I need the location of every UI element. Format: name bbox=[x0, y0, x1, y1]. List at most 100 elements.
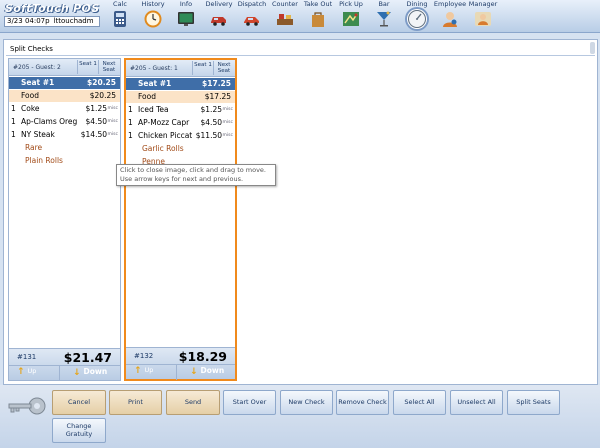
start-over-button[interactable]: Start Over bbox=[223, 390, 276, 415]
list-item[interactable]: 1 Iced Tea $1.25 misc bbox=[126, 104, 235, 116]
takeout-bag-icon bbox=[308, 9, 328, 29]
down-label: Down bbox=[83, 367, 108, 376]
modifier-text[interactable]: Rare bbox=[25, 143, 42, 152]
category-amount: $17.25 bbox=[204, 92, 231, 101]
check-footer: #131 $21.47 ↑ Up ↓ Down bbox=[9, 348, 120, 381]
item-tag: misc bbox=[222, 133, 233, 138]
print-button[interactable]: Print bbox=[109, 390, 162, 415]
status-bar: 3/23 04:07p lttouchadm bbox=[4, 16, 100, 27]
divider bbox=[6, 55, 595, 56]
dining-clock-icon bbox=[407, 9, 427, 29]
scroll-down-button[interactable]: ↓ Down bbox=[73, 367, 107, 378]
tooltip: Click to close image, click and drag to … bbox=[116, 164, 276, 186]
action-bar: Cancel Print Send Start Over New Check R… bbox=[0, 385, 600, 448]
item-tag: misc bbox=[107, 119, 118, 124]
item-name: Chicken Piccat bbox=[138, 131, 193, 140]
scroll-up-button[interactable]: ↑ Up bbox=[17, 367, 36, 377]
check-number: #132 bbox=[134, 352, 154, 360]
scroll-up-button[interactable]: ↑ Up bbox=[134, 366, 153, 376]
item-qty: 1 bbox=[11, 130, 16, 139]
cancel-button[interactable]: Cancel bbox=[52, 390, 106, 415]
check-column-1[interactable]: #205 - Guest: 2 Seat 1 Next Seat Seat #1… bbox=[8, 58, 121, 381]
check-number: #131 bbox=[17, 353, 37, 361]
next-seat-button[interactable]: Next Seat bbox=[213, 61, 234, 75]
divider bbox=[59, 366, 60, 381]
seat-amount: $17.25 bbox=[202, 79, 231, 88]
seat-label: Seat #1 bbox=[138, 79, 172, 88]
send-button[interactable]: Send bbox=[166, 390, 220, 415]
modifier-text[interactable]: Plain Rolls bbox=[25, 156, 63, 165]
arrow-up-icon: ↑ bbox=[134, 366, 142, 376]
item-tag: misc bbox=[107, 132, 118, 137]
item-price: $14.50 bbox=[80, 130, 107, 139]
header-bar: SoftTouch POS 3/23 04:07p lttouchadm Calc… bbox=[0, 0, 600, 33]
category-row[interactable]: Food $17.25 bbox=[126, 91, 235, 103]
change-gratuity-button[interactable]: Change Gratuity bbox=[52, 418, 106, 443]
item-price: $1.25 bbox=[85, 104, 107, 113]
list-item[interactable]: 1 AP-Mozz Capr $4.50 misc bbox=[126, 117, 235, 129]
item-name: Coke bbox=[21, 104, 40, 113]
seat-row[interactable]: Seat #1 $17.25 bbox=[126, 78, 235, 90]
item-qty: 1 bbox=[128, 105, 133, 114]
up-label: Up bbox=[144, 366, 154, 374]
manager-icon bbox=[473, 9, 493, 29]
calculator-icon bbox=[110, 9, 130, 29]
scroll-down-button[interactable]: ↓ Down bbox=[190, 366, 224, 377]
check-header: #205 - Guest: 2 Seat 1 Next Seat bbox=[9, 59, 120, 76]
arrow-down-icon: ↓ bbox=[190, 367, 198, 377]
app-title: SoftTouch POS bbox=[5, 2, 100, 15]
category-amount: $20.25 bbox=[89, 91, 116, 100]
item-qty: 1 bbox=[128, 131, 133, 140]
item-price: $11.50 bbox=[195, 131, 222, 140]
divider bbox=[126, 364, 235, 365]
unselect-all-button[interactable]: Unselect All bbox=[450, 390, 503, 415]
list-item[interactable]: 1 NY Steak $14.50 misc bbox=[9, 129, 120, 141]
pickup-map-icon bbox=[341, 9, 361, 29]
employee-icon bbox=[440, 9, 460, 29]
item-name: Ap-Clams Oreg bbox=[21, 117, 77, 126]
status-user: lttouchadm bbox=[53, 17, 94, 25]
guest-label: #205 - Guest: 1 bbox=[130, 65, 178, 72]
item-name: NY Steak bbox=[21, 130, 55, 139]
select-all-button[interactable]: Select All bbox=[393, 390, 446, 415]
seat-button[interactable]: Seat 1 bbox=[77, 60, 98, 74]
list-item[interactable]: 1 Chicken Piccat $11.50 misc bbox=[126, 130, 235, 142]
item-price: $4.50 bbox=[200, 118, 222, 127]
divider bbox=[176, 365, 177, 380]
modifier-text[interactable]: Garlic Rolls bbox=[142, 144, 184, 153]
arrow-up-icon: ↑ bbox=[17, 367, 25, 377]
seat-label: Seat #1 bbox=[21, 78, 55, 87]
seat-button[interactable]: Seat 1 bbox=[192, 61, 213, 75]
remove-check-button[interactable]: Remove Check bbox=[336, 390, 389, 415]
split-checks-panel: Split Checks #205 - Guest: 2 Seat 1 Next… bbox=[3, 39, 598, 385]
new-check-button[interactable]: New Check bbox=[280, 390, 333, 415]
nav-manager-label: Manager bbox=[468, 0, 498, 8]
delivery-car-icon bbox=[209, 9, 229, 29]
check-footer: #132 $18.29 ↑ Up ↓ Down bbox=[126, 347, 235, 380]
item-tag: misc bbox=[222, 107, 233, 112]
check-total: $21.47 bbox=[63, 350, 112, 365]
guest-label: #205 - Guest: 2 bbox=[13, 64, 61, 71]
check-total: $18.29 bbox=[178, 349, 227, 364]
seat-amount: $20.25 bbox=[87, 78, 116, 87]
check-column-2[interactable]: #205 - Guest: 1 Seat 1 Next Seat Seat #1… bbox=[124, 58, 237, 381]
next-seat-button[interactable]: Next Seat bbox=[98, 60, 119, 74]
category-row[interactable]: Food $20.25 bbox=[9, 90, 120, 102]
item-qty: 1 bbox=[11, 117, 16, 126]
divider bbox=[9, 365, 120, 366]
key-icon bbox=[5, 394, 47, 418]
nav-manager[interactable]: Manager bbox=[463, 0, 503, 33]
split-seats-button[interactable]: Split Seats bbox=[507, 390, 560, 415]
up-label: Up bbox=[27, 367, 37, 375]
item-price: $4.50 bbox=[85, 117, 107, 126]
scrollbar[interactable] bbox=[590, 42, 595, 54]
monitor-icon bbox=[176, 9, 196, 29]
item-name: AP-Mozz Capr bbox=[138, 118, 190, 127]
status-time: 3/23 04:07p bbox=[7, 17, 50, 25]
list-item[interactable]: 1 Coke $1.25 misc bbox=[9, 103, 120, 115]
list-item[interactable]: 1 Ap-Clams Oreg $4.50 misc bbox=[9, 116, 120, 128]
dispatch-car-icon bbox=[242, 9, 262, 29]
seat-row[interactable]: Seat #1 $20.25 bbox=[9, 77, 120, 89]
category-label: Food bbox=[21, 91, 39, 100]
arrow-down-icon: ↓ bbox=[73, 368, 81, 378]
